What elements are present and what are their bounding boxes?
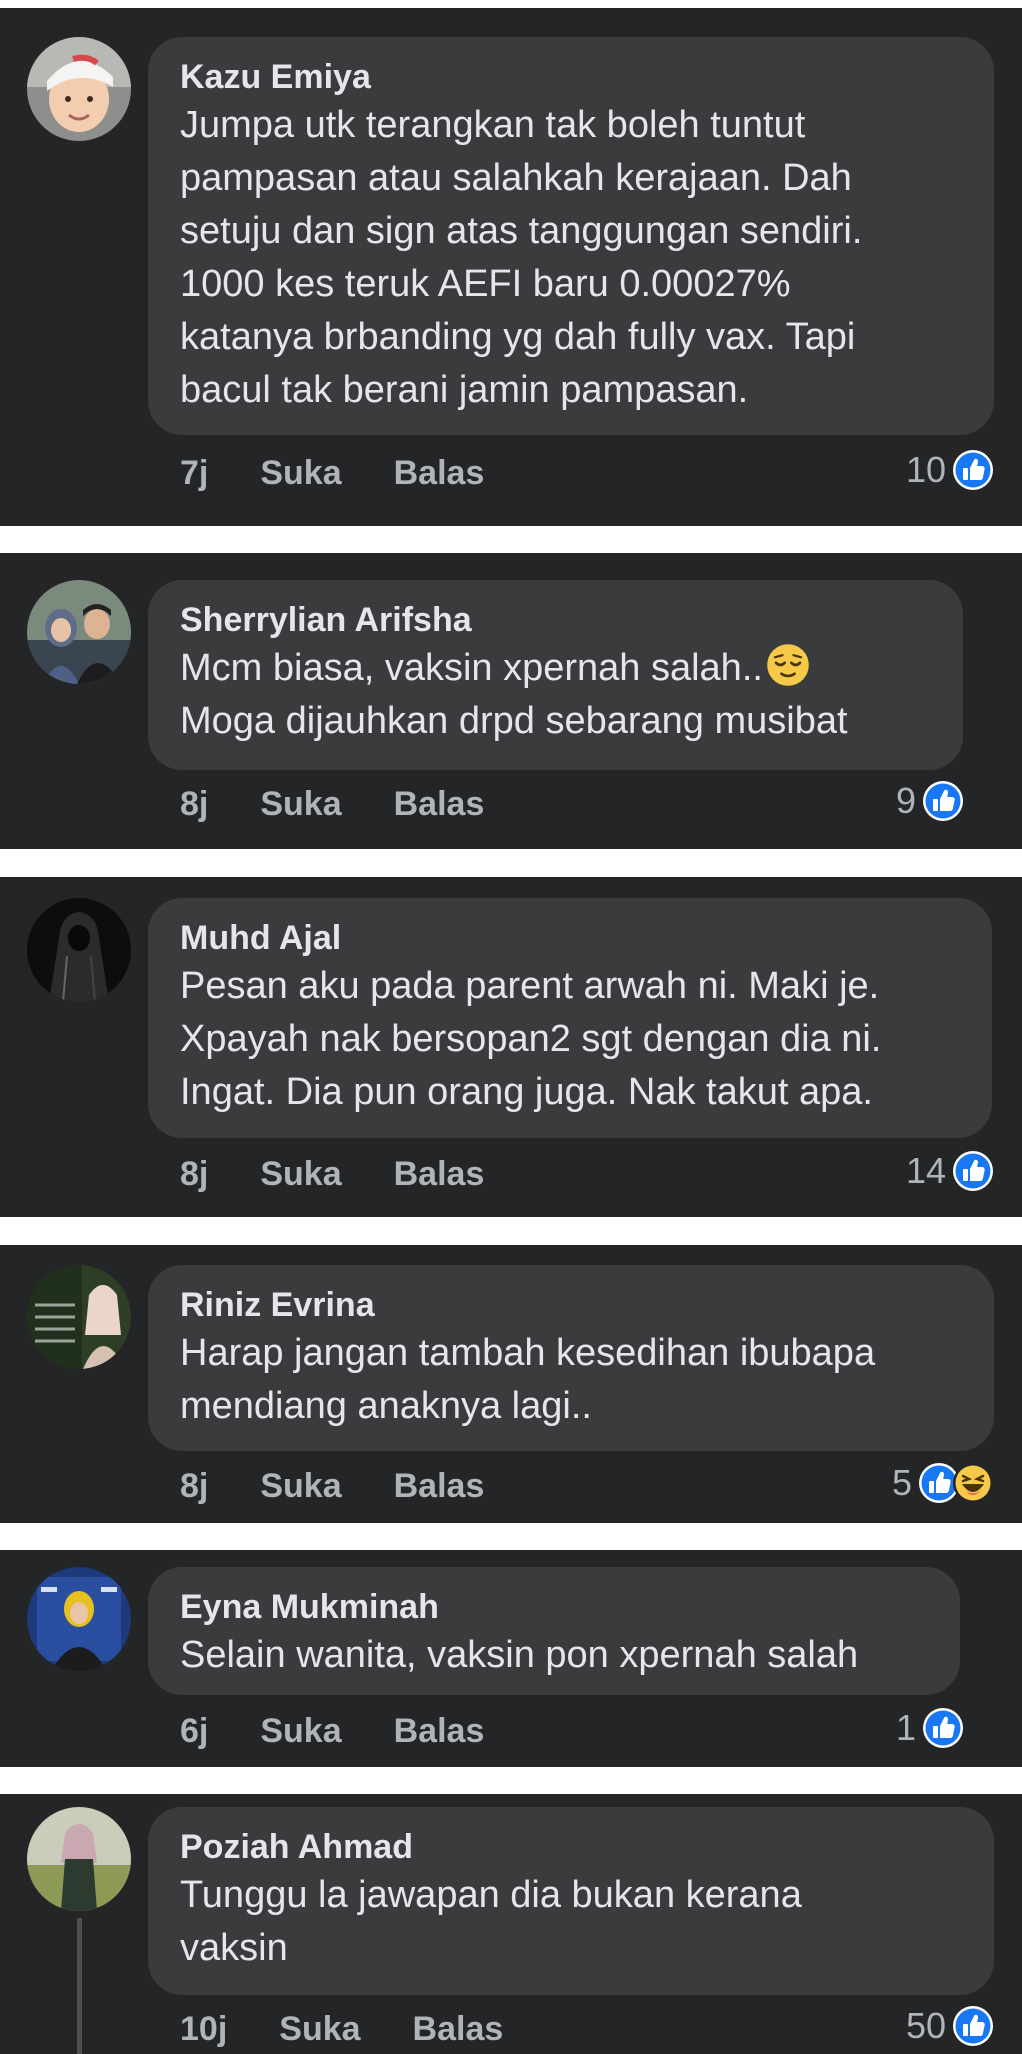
comment-author[interactable]: Riniz Evrina (180, 1283, 964, 1327)
comment-time[interactable]: 6j (180, 1712, 208, 1751)
relieved-face-emoji-icon (767, 644, 809, 686)
like-button[interactable]: Suka (260, 785, 341, 824)
comment-bubble: Muhd Ajal Pesan aku pada parent arwah ni… (148, 898, 992, 1138)
comment-time[interactable]: 7j (180, 454, 208, 493)
reply-button[interactable]: Balas (394, 1712, 485, 1751)
comment-actions: 8j Suka Balas (180, 1467, 484, 1506)
reply-button[interactable]: Balas (394, 1467, 485, 1506)
like-button[interactable]: Suka (279, 2010, 360, 2049)
reaction-summary[interactable]: 9 (896, 780, 964, 822)
comment-text-line: Mcm biasa, vaksin xpernah salah.. (180, 647, 763, 689)
reaction-count: 5 (891, 1462, 912, 1503)
like-reaction-icon (953, 2006, 993, 2046)
reaction-count: 1 (895, 1707, 916, 1748)
comment-card: Eyna Mukminah Selain wanita, vaksin pon … (0, 1550, 1022, 1767)
comment-author[interactable]: Muhd Ajal (180, 916, 962, 960)
comment-card: Sherrylian Arifsha Mcm biasa, vaksin xpe… (0, 553, 1022, 849)
comment-author[interactable]: Poziah Ahmad (180, 1825, 964, 1869)
comment-bubble: Riniz Evrina Harap jangan tambah kesedih… (148, 1265, 994, 1451)
comment-time[interactable]: 8j (180, 1467, 208, 1506)
comment-card: Muhd Ajal Pesan aku pada parent arwah ni… (0, 877, 1022, 1217)
like-reaction-icon (953, 450, 993, 490)
avatar[interactable] (27, 1265, 131, 1369)
like-button[interactable]: Suka (260, 454, 341, 493)
comment-author[interactable]: Kazu Emiya (180, 55, 964, 99)
reply-button[interactable]: Balas (413, 2010, 504, 2049)
avatar[interactable] (27, 37, 131, 141)
avatar[interactable] (27, 1567, 131, 1671)
like-button[interactable]: Suka (260, 1155, 341, 1194)
reaction-summary[interactable]: 10 (906, 449, 994, 491)
comment-author[interactable]: Eyna Mukminah (180, 1585, 930, 1629)
reaction-summary[interactable]: 5 (892, 1462, 994, 1504)
comment-time[interactable]: 10j (180, 2010, 227, 2049)
comment-card: Kazu Emiya Jumpa utk terangkan tak boleh… (0, 8, 1022, 526)
comment-time[interactable]: 8j (180, 1155, 208, 1194)
reaction-count: 50 (905, 2005, 946, 2046)
avatar[interactable] (27, 1807, 131, 1911)
comment-text: Jumpa utk terangkan tak boleh tuntut pam… (180, 104, 863, 411)
comment-actions: 7j Suka Balas (180, 454, 484, 493)
reaction-summary[interactable]: 1 (896, 1707, 964, 1749)
comment-card: Poziah Ahmad Tunggu la jawapan dia bukan… (0, 1794, 1022, 2054)
reaction-count: 10 (905, 449, 946, 490)
comment-author[interactable]: Sherrylian Arifsha (180, 598, 933, 642)
avatar[interactable] (27, 898, 131, 1002)
like-reaction-icon (923, 781, 963, 821)
like-button[interactable]: Suka (260, 1467, 341, 1506)
reaction-count: 14 (905, 1150, 946, 1191)
comment-text: Mcm biasa, vaksin xpernah salah.. Moga d… (180, 642, 933, 748)
reply-button[interactable]: Balas (394, 1155, 485, 1194)
comment-bubble: Kazu Emiya Jumpa utk terangkan tak boleh… (148, 37, 994, 435)
comment-text: Tunggu la jawapan dia bukan kerana vaksi… (180, 1874, 802, 1969)
reply-thread-line (77, 1918, 82, 2054)
comment-actions: 10j Suka Balas (180, 2010, 503, 2049)
comment-actions: 6j Suka Balas (180, 1712, 484, 1751)
comment-actions: 8j Suka Balas (180, 785, 484, 824)
comment-text: Pesan aku pada parent arwah ni. Maki je.… (180, 965, 882, 1113)
like-reaction-icon (953, 1151, 993, 1191)
reaction-summary[interactable]: 14 (906, 1150, 994, 1192)
comment-bubble: Sherrylian Arifsha Mcm biasa, vaksin xpe… (148, 580, 963, 770)
comment-card: Riniz Evrina Harap jangan tambah kesedih… (0, 1245, 1022, 1523)
reaction-count: 9 (895, 780, 916, 821)
comment-text: Selain wanita, vaksin pon xpernah salah (180, 1634, 859, 1676)
comment-text: Harap jangan tambah kesedihan ibubapa me… (180, 1332, 876, 1427)
haha-reaction-icon (952, 1462, 994, 1504)
comment-actions: 8j Suka Balas (180, 1155, 484, 1194)
comment-bubble: Eyna Mukminah Selain wanita, vaksin pon … (148, 1567, 960, 1695)
reply-button[interactable]: Balas (394, 785, 485, 824)
like-button[interactable]: Suka (260, 1712, 341, 1751)
comment-text-line: Moga dijauhkan drpd sebarang musibat (180, 700, 848, 742)
reply-button[interactable]: Balas (394, 454, 485, 493)
avatar[interactable] (27, 580, 131, 684)
like-reaction-icon (923, 1708, 963, 1748)
reaction-summary[interactable]: 50 (906, 2005, 994, 2047)
comment-bubble: Poziah Ahmad Tunggu la jawapan dia bukan… (148, 1807, 994, 1995)
comment-time[interactable]: 8j (180, 785, 208, 824)
